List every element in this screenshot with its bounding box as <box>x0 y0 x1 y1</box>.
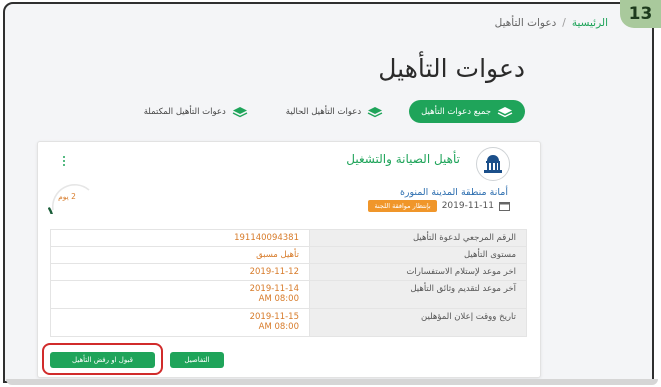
table-row: تاريخ ووقت إعلان المؤهلين 2019-11-15 AM … <box>50 308 527 337</box>
row-value-time: AM 08:00 <box>258 322 299 332</box>
row-value-date: 2019-11-15 <box>249 312 299 322</box>
invitation-date: 2019-11-11 <box>441 201 494 211</box>
step-number-badge: 13 <box>620 0 661 28</box>
row-label: تاريخ ووقت إعلان المؤهلين <box>309 308 527 337</box>
row-label: الرقم المرجعي لدعوة التأهيل <box>309 229 527 247</box>
tab-current-invitations[interactable]: دعوات التأهيل الحالية <box>274 100 395 123</box>
breadcrumb-home-link[interactable]: الرئيسية <box>572 17 608 29</box>
app-frame: الرئيسية / دعوات التأهيل دعوات التأهيل جمي… <box>3 2 654 383</box>
tab-label: دعوات التأهيل الحالية <box>285 106 362 117</box>
stack-icon <box>367 106 383 117</box>
table-row: آخر موعد لتقديم وثائق التأهيل 2019-11-14… <box>50 280 527 309</box>
tab-label: جميع دعوات التأهيل <box>421 106 491 117</box>
page-title: دعوات التأهيل <box>378 54 525 83</box>
invitation-card: تأهيل الصيانة والتشغيل 2 يوم أمانة منطقة… <box>37 141 541 378</box>
row-label: مستوى التأهيل <box>309 246 527 264</box>
row-value-date: 2019-11-14 <box>249 284 299 294</box>
row-value: 2019-11-15 AM 08:00 <box>50 308 310 337</box>
row-label: آخر موعد لتقديم وثائق التأهيل <box>309 280 527 309</box>
invitation-tabs: جميع دعوات التأهيل دعوات التأهيل الحالية… <box>132 100 525 123</box>
table-row: الرقم المرجعي لدعوة التأهيل 191140094381 <box>50 229 527 247</box>
table-row: اخر موعد لإستلام الاستفسارات 2019-11-12 <box>50 263 527 281</box>
breadcrumb: الرئيسية / دعوات التأهيل <box>495 17 608 29</box>
card-title[interactable]: تأهيل الصيانة والتشغيل <box>346 152 460 166</box>
breadcrumb-separator: / <box>562 17 566 29</box>
tab-all-invitations[interactable]: جميع دعوات التأهيل <box>409 100 525 123</box>
row-label: اخر موعد لإستلام الاستفسارات <box>309 263 527 281</box>
stack-icon <box>497 106 513 117</box>
details-button[interactable]: التفاصيل <box>170 352 224 368</box>
row-value-time: AM 08:00 <box>258 294 299 304</box>
row-value: 2019-11-12 <box>50 263 310 281</box>
building-icon <box>484 155 502 173</box>
table-row: مستوى التأهيل تأهيل مسبق <box>50 246 527 264</box>
frame-shadow <box>6 379 658 385</box>
status-badge: بإنتظار موافقة اللجنة <box>368 200 437 212</box>
breadcrumb-current: دعوات التأهيل <box>494 17 557 29</box>
details-table: الرقم المرجعي لدعوة التأهيل 191140094381… <box>50 229 527 337</box>
row-value: 191140094381 <box>50 229 310 247</box>
tab-completed-invitations[interactable]: دعوات التأهيل المكتملة <box>132 100 260 123</box>
days-remaining-label: 2 يوم <box>58 192 76 201</box>
row-value: 2019-11-14 AM 08:00 <box>50 280 310 309</box>
issuing-entity: أمانة منطقة المدينة المنورة <box>399 187 508 198</box>
stack-icon <box>232 106 248 117</box>
accept-reject-button[interactable]: قبول او رفض التأهيل <box>50 352 155 368</box>
tab-label: دعوات التأهيل المكتملة <box>143 106 226 117</box>
more-options-icon[interactable] <box>61 156 67 168</box>
row-value: تأهيل مسبق <box>50 246 310 264</box>
entity-logo <box>476 147 510 181</box>
calendar-icon <box>499 202 510 211</box>
date-row: 2019-11-11 بإنتظار موافقة اللجنة <box>368 200 510 212</box>
